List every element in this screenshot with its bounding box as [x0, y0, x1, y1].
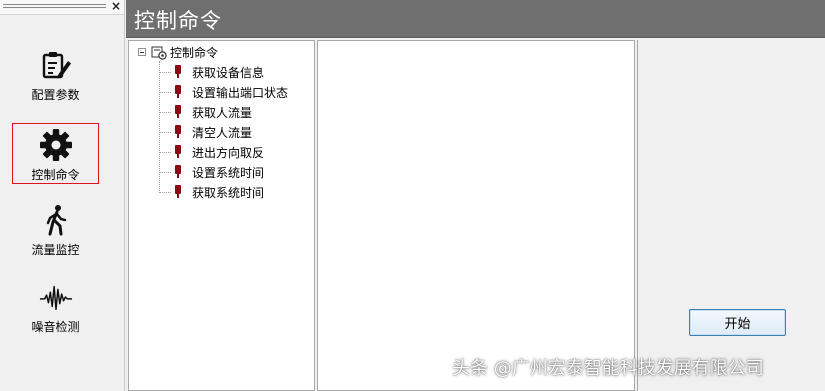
tree-item-label: 进出方向取反 [192, 145, 265, 160]
collapse-icon[interactable] [138, 48, 146, 56]
tree-item-label: 获取人流量 [192, 105, 253, 120]
start-button[interactable]: 开始 [689, 309, 786, 336]
waveform-icon [39, 280, 73, 314]
tree-item-reverse-direction[interactable]: 进出方向取反 [159, 142, 264, 162]
tree-item-label: 获取系统时间 [192, 185, 265, 200]
command-leaf-icon [175, 125, 181, 138]
tree-connector [159, 71, 171, 73]
page-title: 控制命令 [134, 9, 222, 33]
tree-item-clear-traffic[interactable]: 清空人流量 [159, 122, 252, 142]
tree-item-set-system-time[interactable]: 设置系统时间 [159, 162, 264, 182]
watermark-text: 头条 @广州宏泰智能科技发展有限公司 [452, 358, 764, 379]
command-action-panel [637, 40, 825, 391]
tree-item-get-system-time[interactable]: 获取系统时间 [159, 182, 264, 202]
nav-item-label: 噪音检测 [31, 320, 80, 334]
command-leaf-icon [175, 65, 181, 78]
command-leaf-icon [175, 185, 181, 198]
tree-connector [159, 91, 171, 93]
walking-person-icon [39, 203, 73, 237]
tree-connector [159, 151, 171, 153]
command-folder-icon [151, 46, 167, 60]
nav-grip[interactable] [3, 4, 106, 8]
tree-item-label: 清空人流量 [192, 125, 253, 140]
nav-item-noise[interactable]: 噪音检测 [12, 276, 99, 337]
nav-item-label: 控制命令 [31, 168, 80, 182]
content-title-bar: 控制命令 [126, 0, 825, 38]
tree-item-get-traffic[interactable]: 获取人流量 [159, 102, 252, 122]
nav-item-traffic[interactable]: 流量监控 [12, 199, 99, 260]
gear-icon [39, 128, 73, 162]
command-leaf-icon [175, 105, 181, 118]
nav-item-config[interactable]: 配置参数 [12, 44, 99, 105]
nav-item-control[interactable]: 控制命令 [12, 123, 99, 184]
tree-item-label: 设置系统时间 [192, 165, 265, 180]
command-leaf-icon [175, 145, 181, 158]
tree-connector [159, 191, 171, 193]
nav-panel-header: × [0, 0, 124, 15]
tree-connector [159, 111, 171, 113]
tree-item-label: 获取设备信息 [192, 65, 265, 80]
close-icon[interactable]: × [111, 0, 121, 13]
config-clipboard-icon [39, 48, 73, 82]
command-leaf-icon [175, 85, 181, 98]
command-tree[interactable]: 控制命令 获取设备信息 设置输出端口状态 获取人流量 清空人流量 进出方向取反 … [128, 40, 315, 391]
tree-item-set-output-port[interactable]: 设置输出端口状态 [159, 82, 288, 102]
tree-root[interactable]: 控制命令 [138, 44, 218, 60]
command-output-area[interactable] [317, 40, 635, 391]
tree-item-get-device-info[interactable]: 获取设备信息 [159, 62, 264, 82]
tree-root-label: 控制命令 [170, 45, 219, 60]
nav-item-label: 流量监控 [31, 243, 80, 257]
left-nav-panel: × 配置参数 控制命令 流量监控 噪音检测 [0, 0, 125, 391]
command-leaf-icon [175, 165, 181, 178]
tree-connector [159, 171, 171, 173]
tree-item-label: 设置输出端口状态 [192, 85, 289, 100]
tree-connector [159, 131, 171, 133]
nav-item-label: 配置参数 [31, 88, 80, 102]
